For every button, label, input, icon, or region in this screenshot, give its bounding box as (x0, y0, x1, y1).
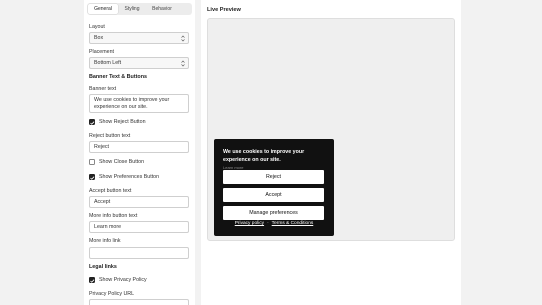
cookie-banner: We use cookies to improve your experienc… (214, 139, 334, 236)
banner-text-label: Banner text (89, 86, 117, 92)
banner-text-input[interactable]: We use cookies to improve your experienc… (89, 94, 189, 113)
reject-button-text-label: Reject button text (89, 133, 131, 139)
reject-button-text-input[interactable]: Reject (89, 141, 189, 153)
show-preferences-label: Show Preferences Button (99, 174, 160, 180)
more-info-button-text-input[interactable]: Learn more (89, 221, 189, 233)
link-separator: · (267, 221, 269, 226)
tab-behavior[interactable]: Behavior (146, 4, 178, 14)
settings-tabs: General Styling Behavior (87, 3, 192, 15)
accept-button-text-label: Accept button text (89, 188, 132, 194)
select-arrows-icon (181, 35, 185, 42)
tab-styling[interactable]: Styling (118, 4, 146, 14)
placement-select[interactable]: Bottom Left (89, 57, 189, 69)
accept-button-text-input[interactable]: Accept (89, 196, 189, 208)
placement-select-value: Bottom Left (94, 60, 122, 66)
select-arrows-icon (181, 60, 185, 67)
privacy-policy-link[interactable]: Privacy policy (235, 221, 264, 226)
preview-canvas: We use cookies to improve your experienc… (207, 18, 455, 241)
terms-conditions-link[interactable]: Terms & Conditions (272, 221, 314, 226)
legal-links-heading: Legal links (89, 264, 117, 270)
checkmark-icon (90, 121, 95, 125)
placement-label: Placement (89, 49, 115, 55)
more-info-link-label: More info link (89, 238, 121, 244)
show-privacy-checkbox-row[interactable]: Show Privacy Policy (89, 277, 189, 284)
checkmark-icon (90, 279, 95, 283)
show-close-label: Show Close Button (99, 159, 145, 165)
layout-select[interactable]: Box (89, 32, 189, 44)
show-reject-label: Show Reject Button (99, 119, 146, 125)
show-privacy-checkbox[interactable] (89, 277, 96, 284)
accept-button[interactable]: Accept (223, 188, 324, 202)
show-preferences-checkbox[interactable] (89, 174, 96, 181)
privacy-url-input[interactable] (89, 299, 189, 305)
privacy-url-label: Privacy Policy URL (89, 291, 135, 297)
show-close-checkbox-row[interactable]: Show Close Button (89, 159, 189, 166)
reject-button[interactable]: Reject (223, 170, 324, 184)
checkmark-icon (90, 176, 95, 180)
show-preferences-checkbox-row[interactable]: Show Preferences Button (89, 174, 189, 181)
banner-section-heading: Banner Text & Buttons (89, 74, 148, 80)
layout-label: Layout (89, 24, 105, 30)
legal-links: Privacy policy · Terms & Conditions (214, 221, 334, 226)
show-reject-checkbox[interactable] (89, 119, 96, 126)
show-close-checkbox[interactable] (89, 159, 96, 166)
live-preview-panel: Live Preview We use cookies to improve y… (201, 0, 461, 305)
show-reject-checkbox-row[interactable]: Show Reject Button (89, 119, 189, 126)
show-privacy-label: Show Privacy Policy (99, 277, 147, 283)
manage-preferences-button[interactable]: Manage preferences (223, 206, 324, 220)
banner-message: We use cookies to improve your experienc… (223, 149, 305, 164)
more-info-link-input[interactable] (89, 247, 189, 259)
layout-select-value: Box (94, 35, 104, 41)
tab-general[interactable]: General (88, 4, 118, 14)
preview-title: Live Preview (207, 7, 241, 13)
more-info-button-text-label: More info button text (89, 213, 138, 219)
settings-panel: General Styling Behavior Layout Box Plac… (84, 0, 195, 305)
